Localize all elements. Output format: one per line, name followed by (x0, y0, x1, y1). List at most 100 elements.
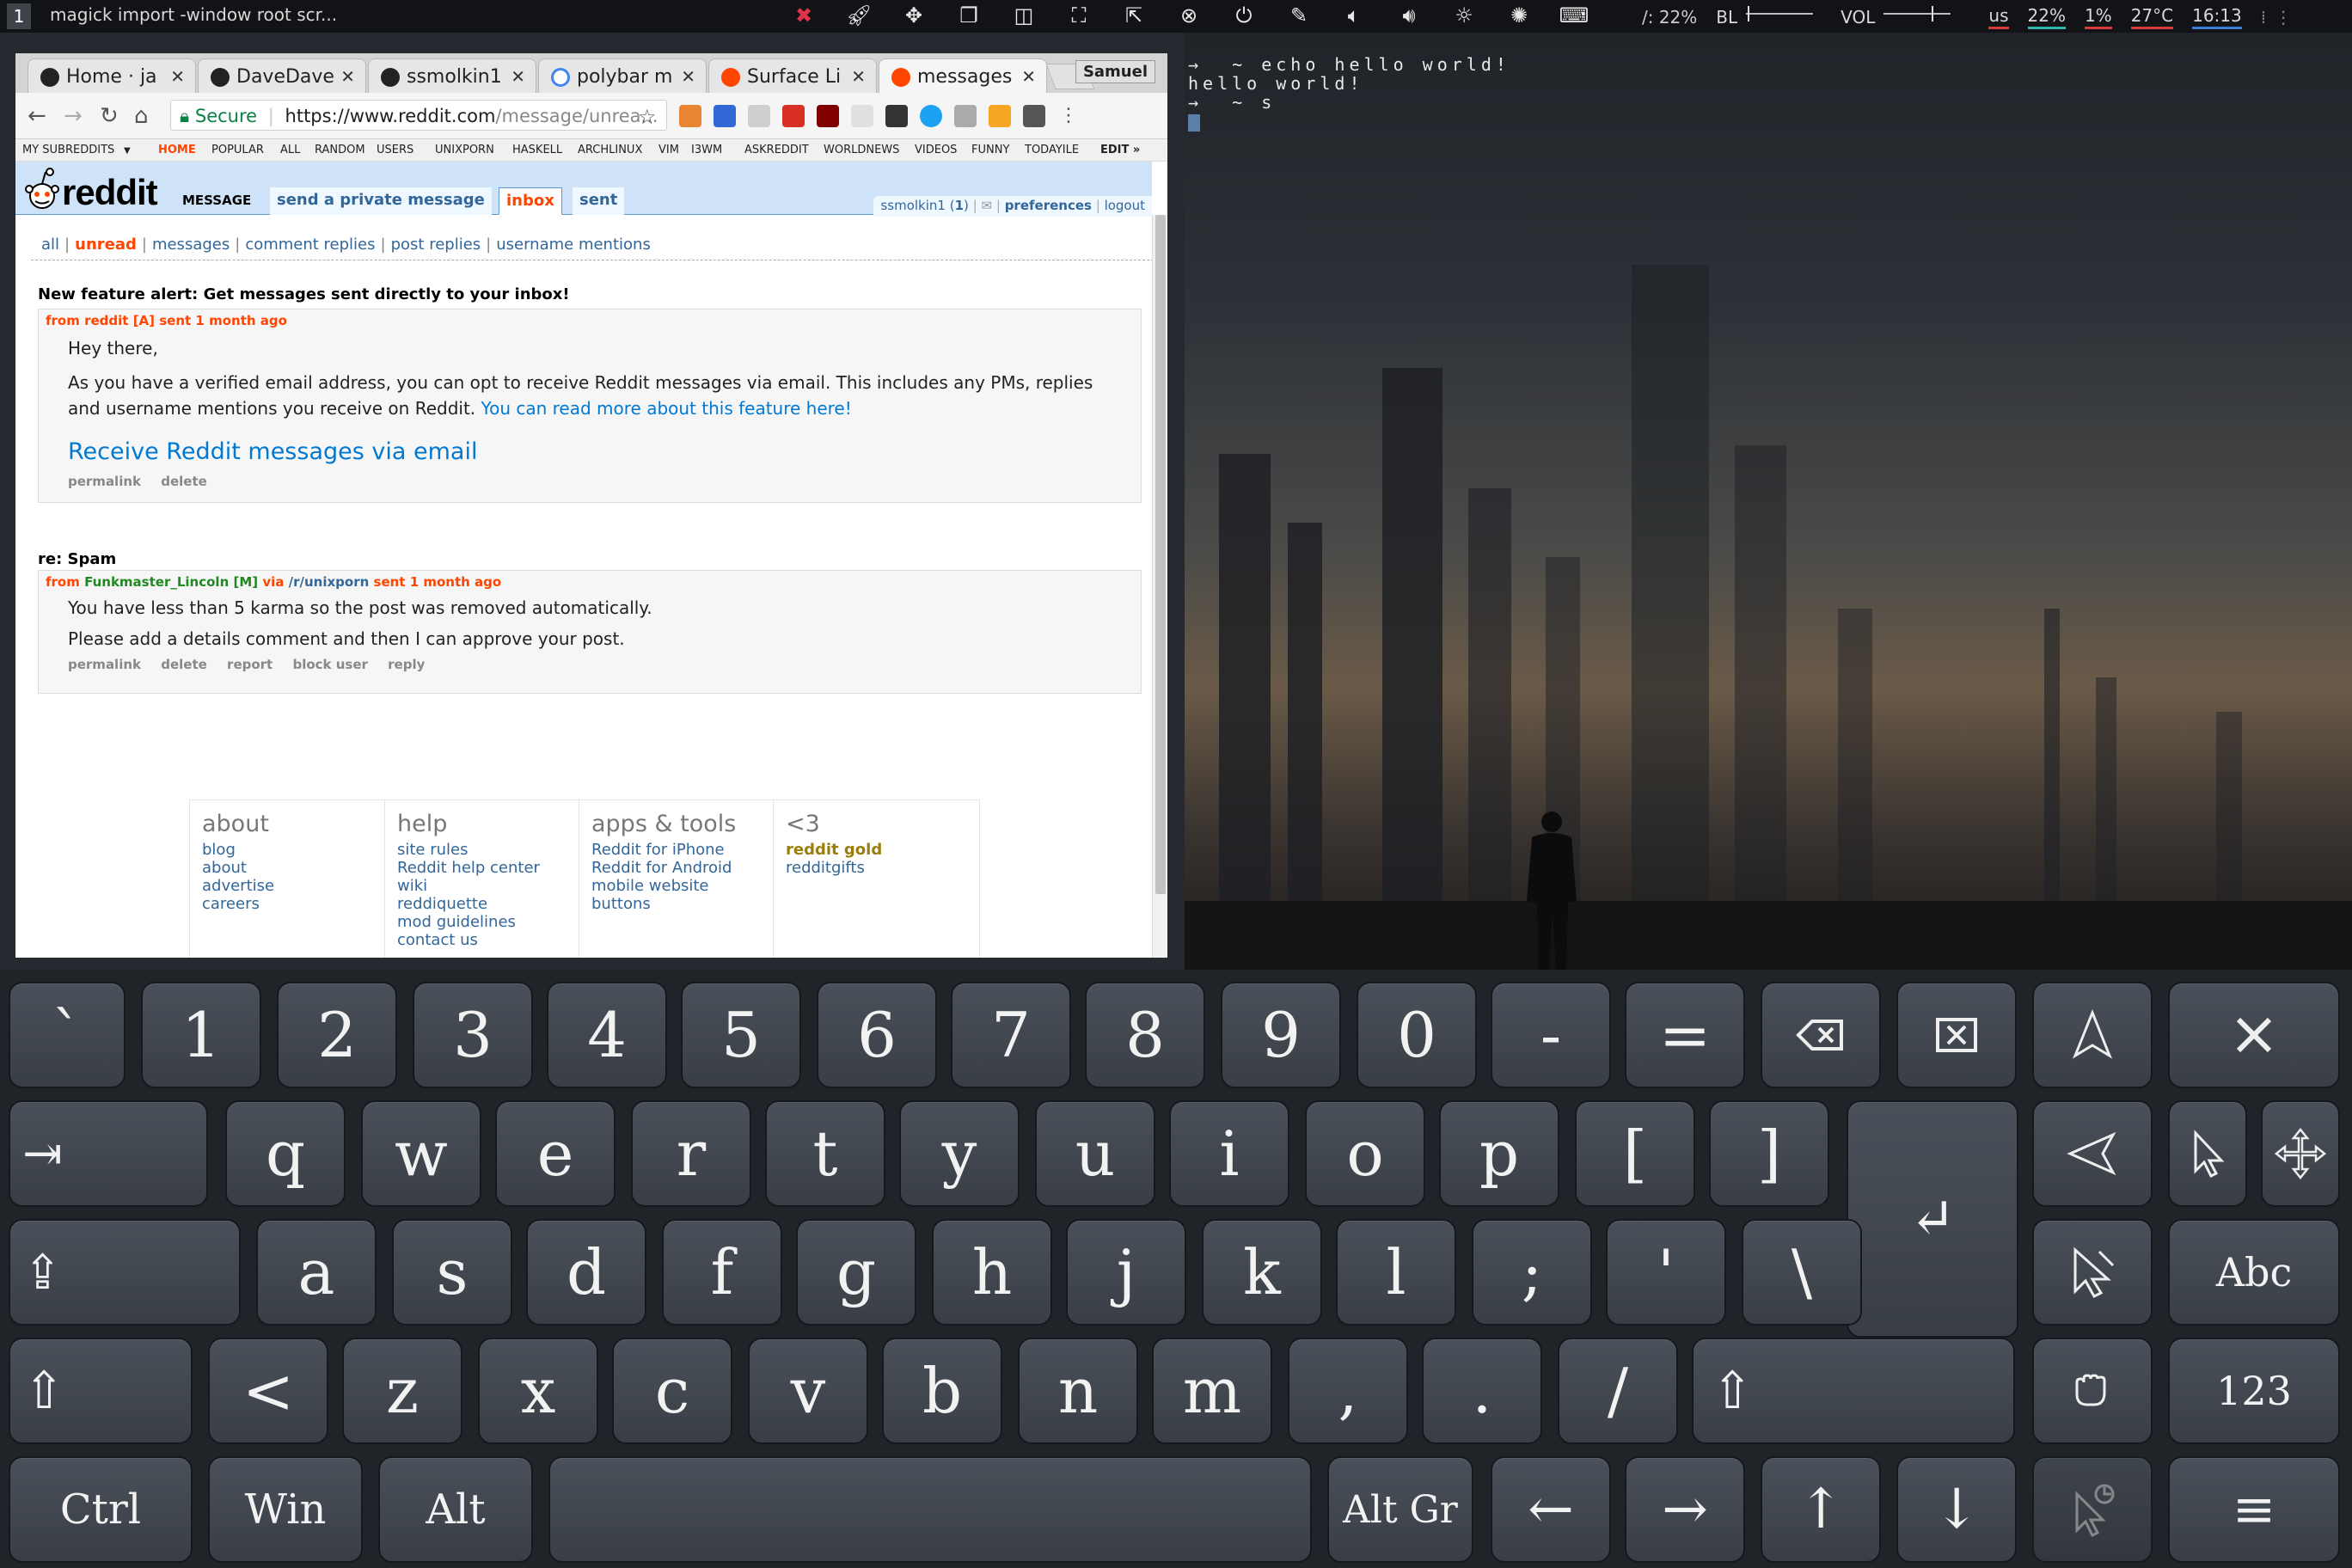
key-a[interactable]: a (256, 1219, 377, 1326)
key-v[interactable]: v (748, 1338, 868, 1444)
key-3[interactable]: 3 (413, 982, 533, 1088)
key-z[interactable]: z (342, 1338, 462, 1444)
volume-low-icon[interactable]: 🔈︎ (1337, 3, 1371, 28)
close-icon[interactable]: ✕ (851, 66, 866, 87)
filter-username-mentions[interactable]: username mentions (496, 236, 651, 254)
key-altgr[interactable]: Alt Gr (1327, 1456, 1473, 1563)
key-n[interactable]: n (1018, 1338, 1138, 1444)
key-quote[interactable]: ' (1606, 1219, 1726, 1326)
key-semicolon[interactable]: ; (1472, 1219, 1592, 1326)
reddit-gold-link[interactable]: reddit gold (786, 841, 979, 859)
key-comma[interactable]: , (1288, 1338, 1408, 1444)
key-7[interactable]: 7 (951, 982, 1071, 1088)
footer-link[interactable]: contact us (397, 931, 579, 949)
key-w[interactable]: w (361, 1100, 481, 1207)
footer-link[interactable]: advertise (202, 877, 384, 895)
key-4[interactable]: 4 (547, 982, 667, 1088)
key-t[interactable]: t (765, 1100, 885, 1207)
footer-link[interactable]: Reddit help center (397, 859, 579, 877)
key-l[interactable]: l (1336, 1219, 1456, 1326)
tray-icon[interactable]: ⁞ (2261, 7, 2266, 28)
key-pointer[interactable] (2168, 1100, 2247, 1207)
key-d[interactable]: d (526, 1219, 646, 1326)
dots-icon[interactable] (885, 105, 908, 127)
s-icon[interactable] (1023, 105, 1045, 127)
key-0[interactable]: 0 (1357, 982, 1477, 1088)
key-bracket-left[interactable]: [ (1575, 1100, 1695, 1207)
message-author[interactable]: Funkmaster_Lincoln (84, 574, 229, 590)
key-pointer-up[interactable] (2032, 982, 2153, 1088)
footer-link[interactable]: redditgifts (786, 859, 979, 877)
workspace-indicator[interactable]: 1 (7, 3, 31, 29)
key-backspace[interactable] (1761, 982, 1881, 1088)
key-shift-left[interactable]: ⇧ (9, 1338, 193, 1444)
footer-link[interactable]: Reddit for iPhone (591, 841, 773, 859)
preferences-link[interactable]: preferences (1005, 198, 1092, 213)
key-hover-click[interactable] (2032, 1456, 2153, 1563)
filter-messages[interactable]: messages (152, 236, 230, 254)
footer-link[interactable]: Reddit for Android (591, 859, 773, 877)
key-pointer-select[interactable] (2032, 1219, 2153, 1326)
key-menu[interactable]: ≡ (2168, 1456, 2340, 1563)
key-5[interactable]: 5 (681, 982, 801, 1088)
key-drag[interactable] (2032, 1338, 2153, 1444)
tab-sent[interactable]: sent (573, 187, 625, 215)
sr-worldnews[interactable]: WORLDNEWS (824, 144, 899, 156)
snoo-logo[interactable] (22, 165, 62, 213)
key-8[interactable]: 8 (1085, 982, 1205, 1088)
key-s[interactable]: s (392, 1219, 512, 1326)
footer-link[interactable]: mod guidelines (397, 913, 579, 931)
key-x[interactable]: x (478, 1338, 598, 1444)
network-icon[interactable]: ⋮ (2275, 7, 2292, 28)
windows-icon[interactable]: ❐ (952, 3, 986, 28)
terminal-window[interactable]: → ~ echo hello world! hello world! → ~ s (1185, 33, 2352, 970)
metamask-icon[interactable] (679, 105, 701, 127)
key-minus[interactable]: - (1491, 982, 1611, 1088)
close-icon[interactable]: ✕ (1021, 66, 1036, 87)
message-author[interactable]: reddit (84, 313, 128, 328)
sr-todayilearned[interactable]: TODAYILE (1025, 144, 1079, 156)
brightness-down-icon[interactable]: ☼ (1447, 3, 1481, 28)
footer-link[interactable]: reddiquette (397, 895, 579, 913)
home-icon[interactable]: ⌂ (134, 103, 149, 129)
browser-tab[interactable]: Surface Li ✕ (708, 58, 877, 93)
profile-button[interactable]: Samuel (1075, 60, 1155, 83)
key-close-keyboard[interactable] (2168, 982, 2340, 1088)
key-backslash[interactable]: \ (1742, 1219, 1862, 1326)
key-bracket-right[interactable]: ] (1709, 1100, 1829, 1207)
key-o[interactable]: o (1305, 1100, 1425, 1207)
mail-icon[interactable]: ✉ (981, 198, 992, 213)
keyboard-icon[interactable]: ⌨ (1557, 3, 1591, 28)
browser-tab[interactable]: polybar m ✕ (538, 58, 707, 93)
key-1[interactable]: 1 (141, 982, 261, 1088)
key-arrow-up[interactable]: ↑ (1761, 1456, 1881, 1563)
key-arrow-left[interactable]: ← (1491, 1456, 1611, 1563)
key-j[interactable]: j (1066, 1219, 1186, 1326)
sr-archlinux[interactable]: ARCHLINUX (578, 144, 642, 156)
key-slash[interactable]: / (1558, 1338, 1678, 1444)
footer-link[interactable]: wiki (397, 877, 579, 895)
sr-users[interactable]: USERS (377, 144, 413, 156)
rocket-icon[interactable]: 🚀︎ (842, 3, 876, 28)
star-icon[interactable]: ☆ (638, 105, 657, 129)
sr-vim[interactable]: VIM (658, 144, 679, 156)
volume-slider[interactable] (1883, 6, 1951, 21)
move-icon[interactable]: ✥ (897, 3, 931, 28)
filter-all[interactable]: all (41, 236, 59, 254)
key-p[interactable]: p (1439, 1100, 1559, 1207)
brightness-up-icon[interactable]: ✺ (1502, 3, 1536, 28)
key-i[interactable]: i (1169, 1100, 1289, 1207)
address-bar[interactable]: 🔒︎ Secure | https://www.reddit.com/messa… (170, 100, 667, 131)
logout-link[interactable]: logout (1105, 198, 1145, 213)
key-pointer-left[interactable] (2032, 1100, 2153, 1207)
key-win[interactable]: Win (208, 1456, 363, 1563)
key-f[interactable]: f (662, 1219, 782, 1326)
sr-home[interactable]: HOME (158, 144, 196, 156)
power-icon[interactable]: ⏻ (1227, 3, 1261, 28)
key-q[interactable]: q (225, 1100, 346, 1207)
filter-unread[interactable]: unread (75, 236, 137, 254)
filter-comment-replies[interactable]: comment replies (245, 236, 375, 254)
camera-icon[interactable] (748, 105, 770, 127)
key-y[interactable]: y (899, 1100, 1020, 1207)
key-equals[interactable]: = (1625, 982, 1745, 1088)
